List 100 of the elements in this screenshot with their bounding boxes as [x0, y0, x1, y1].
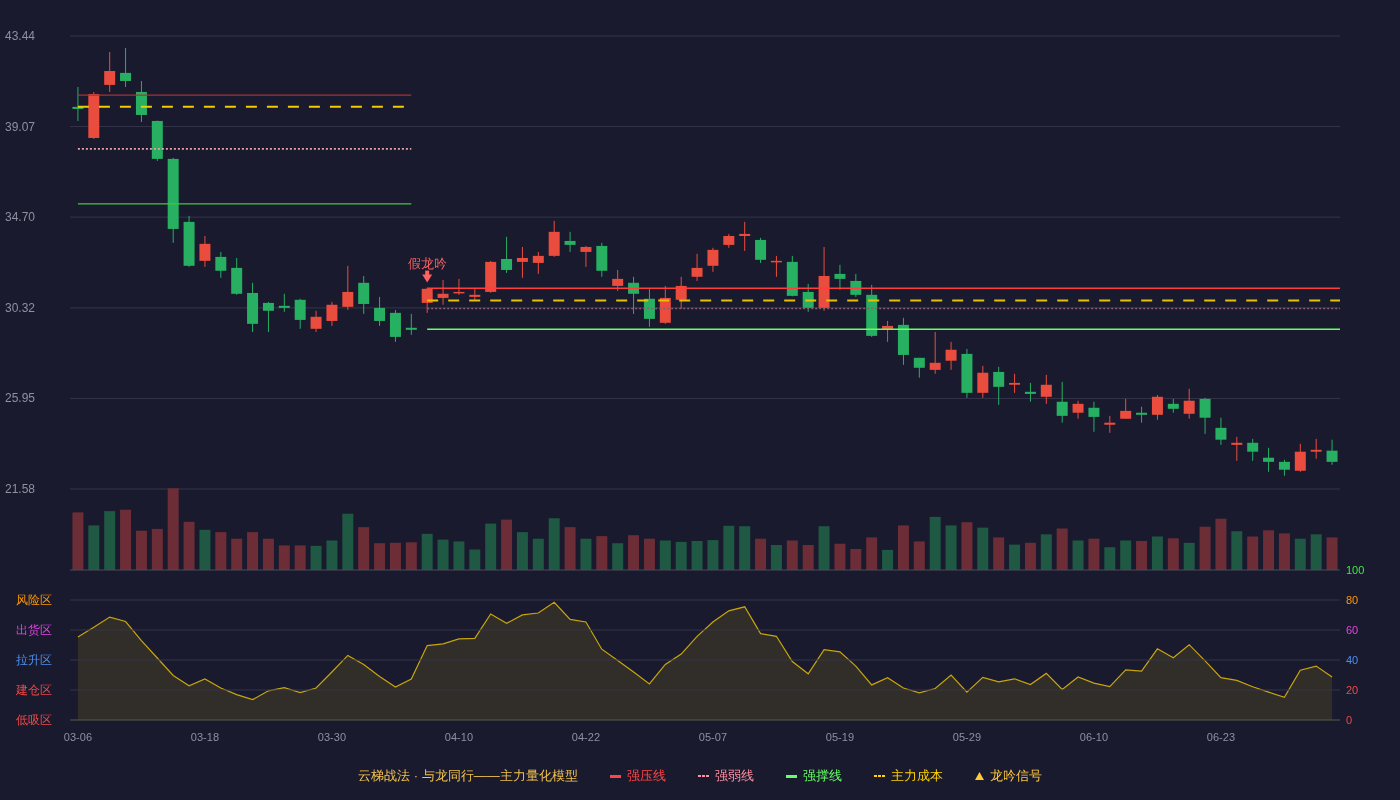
candle [993, 366, 1005, 405]
date-axis-label: 03-30 [317, 731, 346, 743]
candle [1263, 447, 1275, 472]
candle [437, 279, 449, 305]
candle [485, 260, 497, 293]
candle [1231, 436, 1243, 461]
candle [786, 255, 798, 297]
candle [104, 51, 116, 92]
zone-label: 出货区 [16, 623, 52, 637]
candle [612, 269, 624, 291]
date-axis-label: 06-10 [1079, 731, 1108, 743]
candle [643, 288, 655, 327]
date-axis-label: 05-19 [825, 731, 854, 743]
candle [723, 233, 735, 248]
candle [1310, 438, 1322, 459]
candle [596, 242, 608, 277]
candle [897, 317, 909, 365]
candle [262, 301, 274, 332]
indicator-axis-label: 80 [1346, 594, 1359, 606]
candle [1056, 381, 1068, 423]
candle [961, 348, 973, 398]
candle [1247, 438, 1259, 461]
candle [183, 215, 195, 267]
candle [532, 251, 544, 274]
signal-label: 假龙吟 [407, 256, 447, 272]
candle [1167, 398, 1179, 413]
candle [135, 80, 147, 122]
candle [866, 284, 878, 337]
date-axis-label: 04-22 [571, 731, 600, 743]
legend-title: 云梯战法 · 与龙同行——主力量化模型 [358, 767, 578, 785]
candle [548, 220, 560, 257]
candle [850, 273, 862, 297]
candle [1199, 397, 1211, 434]
candle [516, 246, 528, 278]
candle [628, 276, 640, 314]
date-axis-label: 06-23 [1206, 731, 1235, 743]
candle [120, 48, 132, 87]
candle [1294, 443, 1306, 472]
candle [945, 341, 957, 370]
candle [691, 253, 703, 281]
candle [1104, 415, 1116, 433]
candle [913, 357, 925, 378]
candle [739, 221, 751, 251]
legend-item[interactable]: 主力成本 [873, 767, 943, 785]
price-axis-label: 34.70 [5, 210, 36, 225]
candle [278, 293, 290, 312]
candle [501, 236, 513, 273]
date-axis-label: 03-06 [63, 731, 92, 743]
candle [453, 278, 465, 295]
indicator-axis-label: 60 [1346, 624, 1359, 636]
candle [326, 301, 338, 326]
candle [1215, 417, 1227, 445]
legend-item[interactable]: 龙吟信号 [974, 767, 1042, 785]
candle [342, 265, 354, 310]
candle [1278, 459, 1290, 476]
candle [1072, 400, 1084, 419]
candle [1151, 394, 1163, 420]
price-axis-label: 43.44 [5, 29, 36, 43]
candle [469, 287, 481, 300]
candle [564, 231, 576, 252]
candle [310, 310, 322, 332]
candle [818, 246, 830, 311]
candle [707, 247, 719, 272]
candle [231, 257, 243, 295]
candle [1009, 373, 1021, 393]
indicator-axis-label: 0 [1346, 714, 1353, 726]
candle [834, 264, 846, 290]
candle [659, 285, 671, 324]
price-axis-label: 30.32 [5, 300, 36, 315]
zone-label: 拉升区 [16, 653, 52, 667]
candle [72, 87, 84, 121]
candle [770, 255, 782, 277]
date-axis-label: 05-07 [698, 731, 727, 743]
candle [294, 298, 306, 329]
candle [389, 309, 401, 342]
candle [1024, 382, 1036, 402]
candle [755, 237, 767, 263]
candle [374, 296, 386, 326]
candle [802, 283, 814, 312]
candle [405, 313, 417, 335]
zone-label: 低吸区 [16, 713, 52, 727]
indicator-axis-label: 100 [1346, 564, 1365, 576]
price-axis-label: 39.07 [5, 119, 36, 134]
candle [215, 251, 227, 278]
candle [1326, 439, 1338, 465]
date-axis-label: 04-10 [444, 731, 473, 743]
candle [1120, 398, 1132, 419]
candle [1183, 388, 1195, 419]
legend-item[interactable]: 强撑线 [785, 767, 842, 785]
candle [675, 276, 687, 309]
candle [977, 365, 989, 398]
candle [358, 275, 370, 314]
candle [929, 331, 941, 374]
candle [580, 245, 592, 267]
candle [882, 320, 894, 342]
legend-item[interactable]: 强弱线 [697, 767, 754, 785]
date-axis-label: 05-29 [952, 731, 981, 743]
candle [88, 91, 100, 139]
down-arrow-icon [422, 270, 433, 283]
legend-item[interactable]: 强压线 [609, 767, 666, 785]
